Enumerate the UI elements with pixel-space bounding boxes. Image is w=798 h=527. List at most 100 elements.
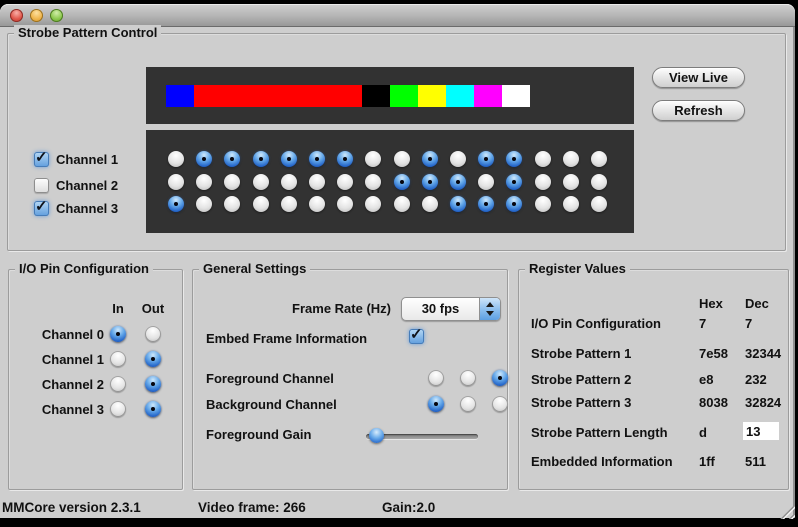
pattern-radio-r3c7[interactable] (337, 196, 353, 212)
io-row: Channel 0 (9, 326, 182, 343)
pattern-radio-r3c2[interactable] (196, 196, 212, 212)
pattern-radio-r3c5[interactable] (281, 196, 297, 212)
refresh-button[interactable]: Refresh (652, 100, 745, 121)
colorbar-panel (146, 67, 634, 124)
frame-rate-select[interactable]: 30 fps (401, 297, 501, 321)
pattern-radio-r1c4[interactable] (253, 151, 269, 167)
io-channel-0-in-radio[interactable] (110, 326, 126, 342)
pattern-radio-r3c13[interactable] (506, 196, 522, 212)
pattern-radio-r3c3[interactable] (224, 196, 240, 212)
register-hex-value: 1ff (699, 453, 715, 471)
foreground-channel-label: Foreground Channel (206, 371, 334, 386)
register-row: Strobe Pattern 2e8232 (519, 371, 788, 389)
pattern-row-3 (162, 196, 613, 212)
pattern-radio-r2c7[interactable] (337, 174, 353, 190)
pattern-radio-r1c11[interactable] (450, 151, 466, 167)
pattern-radio-r3c8[interactable] (365, 196, 381, 212)
io-channel-1-in-radio[interactable] (110, 351, 126, 367)
pattern-radio-r1c12[interactable] (478, 151, 494, 167)
pattern-radio-r2c1[interactable] (168, 174, 184, 190)
pattern-radio-r1c3[interactable] (224, 151, 240, 167)
colorbar-segment (166, 85, 194, 107)
background-channel-radio-1[interactable] (428, 396, 444, 412)
pattern-radio-r3c9[interactable] (394, 196, 410, 212)
pattern-grid-panel (146, 130, 634, 233)
pattern-radio-r2c16[interactable] (591, 174, 607, 190)
io-channel-2-in-radio[interactable] (110, 376, 126, 392)
register-hex-value: d (699, 424, 707, 442)
embed-frame-checkbox[interactable] (409, 329, 424, 344)
io-channel-3-in-radio[interactable] (110, 401, 126, 417)
pattern-radio-r3c11[interactable] (450, 196, 466, 212)
background-channel-radio-2[interactable] (460, 396, 476, 412)
pattern-radio-r3c10[interactable] (422, 196, 438, 212)
foreground-channel-radio-1[interactable] (428, 370, 444, 386)
pattern-radio-r2c9[interactable] (394, 174, 410, 190)
title-bar[interactable] (0, 4, 795, 27)
pattern-radio-r2c6[interactable] (309, 174, 325, 190)
register-dec-value: 32344 (745, 345, 781, 363)
foreground-gain-slider[interactable] (366, 426, 478, 442)
pattern-radio-r2c15[interactable] (563, 174, 579, 190)
foreground-channel-radio-2[interactable] (460, 370, 476, 386)
minimize-button[interactable] (30, 9, 43, 22)
slider-knob[interactable] (369, 428, 384, 443)
register-label: Strobe Pattern Length (531, 424, 668, 442)
pattern-radio-r1c9[interactable] (394, 151, 410, 167)
io-channel-3-out-radio[interactable] (145, 401, 161, 417)
io-header-out: Out (137, 301, 169, 316)
io-channel-label: Channel 3 (27, 401, 104, 418)
pattern-radio-r1c16[interactable] (591, 151, 607, 167)
background-channel-radio-3[interactable] (492, 396, 508, 412)
pattern-radio-r3c1[interactable] (168, 196, 184, 212)
pattern-radio-r2c3[interactable] (224, 174, 240, 190)
channel-3-checkbox[interactable] (34, 201, 49, 216)
pattern-radio-r2c13[interactable] (506, 174, 522, 190)
pattern-radio-r2c14[interactable] (535, 174, 551, 190)
register-row: Strobe Pattern 3803832824 (519, 394, 788, 412)
register-row: Strobe Pattern Length d (519, 424, 788, 442)
pattern-radio-r1c6[interactable] (309, 151, 325, 167)
pattern-radio-r2c5[interactable] (281, 174, 297, 190)
pattern-radio-r1c5[interactable] (281, 151, 297, 167)
channel-1-checkbox[interactable] (34, 152, 49, 167)
pattern-radio-r3c15[interactable] (563, 196, 579, 212)
channel-2-checkbox[interactable] (34, 178, 49, 193)
pattern-radio-r3c12[interactable] (478, 196, 494, 212)
pattern-radio-r1c14[interactable] (535, 151, 551, 167)
pattern-radio-r3c6[interactable] (309, 196, 325, 212)
io-channel-label: Channel 1 (27, 351, 104, 368)
pattern-radio-r2c2[interactable] (196, 174, 212, 190)
pattern-radio-r2c4[interactable] (253, 174, 269, 190)
pattern-radio-r1c15[interactable] (563, 151, 579, 167)
colorbar-segment (418, 85, 446, 107)
pattern-radio-r1c10[interactable] (422, 151, 438, 167)
pattern-radio-r3c16[interactable] (591, 196, 607, 212)
pattern-radio-r2c12[interactable] (478, 174, 494, 190)
pattern-radio-r1c13[interactable] (506, 151, 522, 167)
colorbar-segment (362, 85, 390, 107)
pattern-radio-r2c8[interactable] (365, 174, 381, 190)
close-button[interactable] (10, 9, 23, 22)
register-values-group: Register Values Hex Dec I/O Pin Configur… (518, 269, 789, 490)
pattern-radio-r2c10[interactable] (422, 174, 438, 190)
pattern-radio-r3c4[interactable] (253, 196, 269, 212)
zoom-button[interactable] (50, 9, 63, 22)
colorbar-segment (194, 85, 362, 107)
view-live-button[interactable]: View Live (652, 67, 745, 88)
channel-checkbox-label: Channel 2 (56, 178, 118, 193)
io-channel-2-out-radio[interactable] (145, 376, 161, 392)
channel-checkbox-label: Channel 3 (56, 201, 118, 216)
pattern-radio-r2c11[interactable] (450, 174, 466, 190)
register-label: Strobe Pattern 2 (531, 371, 631, 389)
foreground-channel-radio-3[interactable] (492, 370, 508, 386)
io-channel-0-out-radio[interactable] (145, 326, 161, 342)
register-hex-value: 7 (699, 315, 706, 333)
pattern-radio-r3c14[interactable] (535, 196, 551, 212)
pattern-radio-r1c8[interactable] (365, 151, 381, 167)
pattern-radio-r1c7[interactable] (337, 151, 353, 167)
pattern-radio-r1c1[interactable] (168, 151, 184, 167)
strobe-pattern-length-input[interactable] (743, 422, 779, 440)
io-channel-1-out-radio[interactable] (145, 351, 161, 367)
pattern-radio-r1c2[interactable] (196, 151, 212, 167)
